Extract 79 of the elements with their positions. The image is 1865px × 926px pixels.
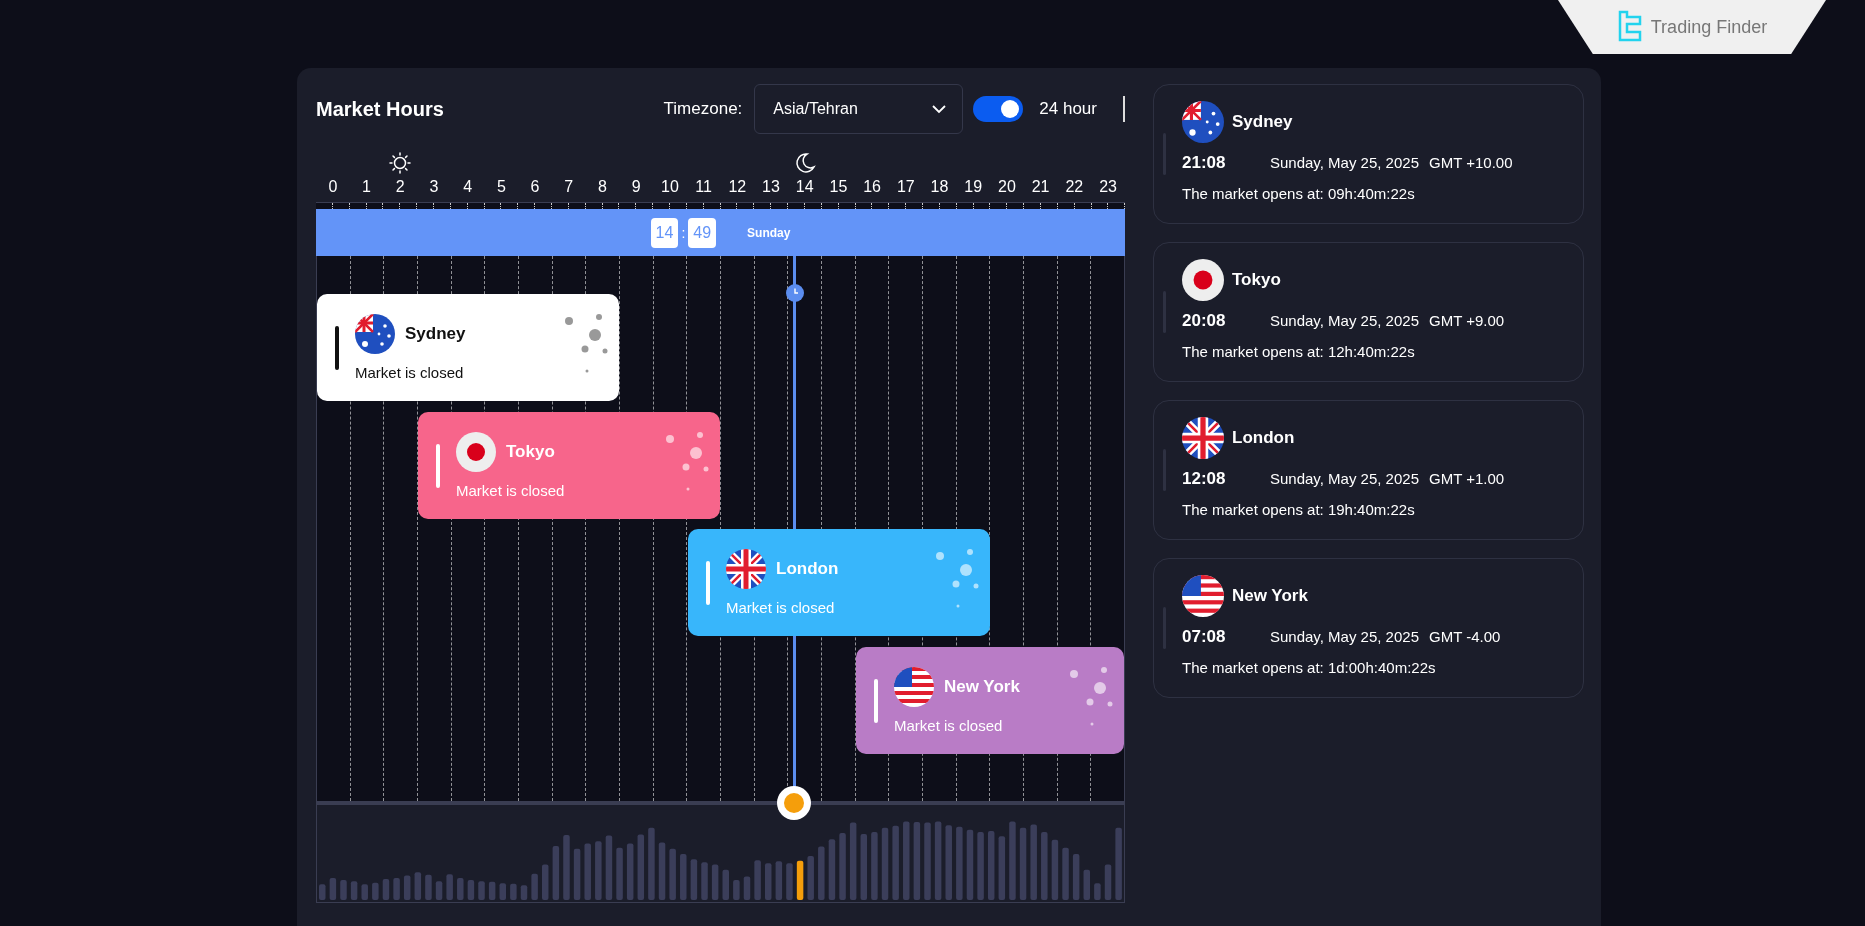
hour-box: 14	[650, 217, 679, 248]
market-status: Market is closed	[726, 599, 836, 616]
city-name: Tokyo	[506, 442, 555, 462]
local-time: 07:08	[1182, 627, 1227, 647]
hour-label: 14	[795, 177, 814, 197]
market-status: Market is closed	[456, 482, 566, 499]
format-label: 24 hour	[1039, 99, 1097, 119]
sun-icon	[389, 152, 412, 174]
session-card[interactable]: New York Market is closed	[856, 647, 1124, 754]
moon-icon	[793, 152, 816, 174]
city-name: London	[776, 559, 839, 579]
gmt-offset: GMT +10.00	[1429, 154, 1513, 171]
hour-label: 8	[598, 177, 607, 197]
hour-label: 9	[631, 177, 641, 197]
hour-label: 2	[395, 177, 405, 197]
local-time: 12:08	[1182, 469, 1227, 489]
hour-label: 11	[695, 177, 712, 197]
hour-label: 5	[496, 177, 506, 197]
city-name: Sydney	[1232, 112, 1293, 132]
chevron-icon	[932, 104, 947, 114]
time-separator: :	[681, 224, 686, 241]
flag-icon	[1182, 575, 1224, 617]
local-date: Sunday, May 25, 2025	[1270, 312, 1419, 329]
flag-icon	[1182, 101, 1224, 143]
format-toggle[interactable]	[973, 96, 1024, 122]
local-date: Sunday, May 25, 2025	[1270, 470, 1419, 487]
market-status: Market is closed	[355, 364, 465, 381]
gmt-offset: GMT +9.00	[1429, 312, 1505, 329]
hour-label: 10	[661, 177, 679, 197]
hour-label: 4	[463, 177, 473, 197]
hour-label: 13	[762, 177, 780, 197]
countdown-text: The market opens at: 09h:40m:22s	[1182, 185, 1416, 202]
timezone-select[interactable]: Asia/Tehran	[754, 84, 964, 134]
hour-label: 20	[998, 177, 1016, 197]
city-name: London	[1232, 428, 1295, 448]
market-status: Market is closed	[894, 717, 1004, 734]
local-date: Sunday, May 25, 2025	[1270, 628, 1419, 645]
hour-label: 23	[1099, 177, 1117, 197]
hour-label: 0	[328, 177, 338, 197]
countdown-text: The market opens at: 12h:40m:22s	[1182, 343, 1416, 360]
city-name: New York	[944, 677, 1020, 697]
hour-label: 7	[564, 177, 574, 197]
hour-label: 1	[362, 177, 371, 197]
brand-name: Trading Finder	[1650, 16, 1768, 38]
hour-label: 3	[429, 177, 439, 197]
hour-label: 18	[930, 177, 949, 197]
session-card[interactable]: Sydney Market is closed	[317, 294, 619, 401]
flag-icon	[355, 314, 395, 354]
hour-label: 12	[728, 177, 747, 197]
flag-icon	[456, 432, 496, 472]
flag-icon	[1182, 417, 1224, 459]
hour-label: 17	[896, 177, 915, 197]
day-label: Sunday	[747, 225, 791, 240]
hour-label: 15	[829, 177, 848, 197]
local-time: 20:08	[1182, 311, 1227, 331]
logo-icon	[1616, 10, 1643, 44]
session-card[interactable]: Tokyo Market is closed	[418, 412, 720, 519]
hour-label: 19	[964, 177, 983, 197]
local-date: Sunday, May 25, 2025	[1270, 154, 1419, 171]
timezone-label: Timezone:	[663, 99, 743, 119]
city-name: Tokyo	[1232, 270, 1281, 290]
city-name: Sydney	[405, 324, 466, 344]
flag-icon	[1182, 259, 1224, 301]
hour-label: 16	[863, 177, 881, 197]
gmt-offset: GMT -4.00	[1429, 628, 1501, 645]
countdown-text: The market opens at: 19h:40m:22s	[1182, 501, 1416, 518]
local-time: 21:08	[1182, 153, 1227, 173]
time-slider-handle[interactable]	[777, 786, 811, 820]
hour-label: 6	[530, 177, 540, 197]
hour-label: 22	[1065, 177, 1084, 197]
countdown-text: The market opens at: 1d:00h:40m:22s	[1182, 659, 1437, 676]
minute-box: 49	[688, 217, 717, 248]
hour-label: 21	[1031, 177, 1050, 197]
city-name: New York	[1232, 586, 1308, 606]
flag-icon	[894, 667, 934, 707]
gmt-offset: GMT +1.00	[1429, 470, 1505, 487]
page-title: Market Hours	[316, 97, 445, 121]
flag-icon	[726, 549, 766, 589]
session-card[interactable]: London Market is closed	[688, 529, 990, 636]
